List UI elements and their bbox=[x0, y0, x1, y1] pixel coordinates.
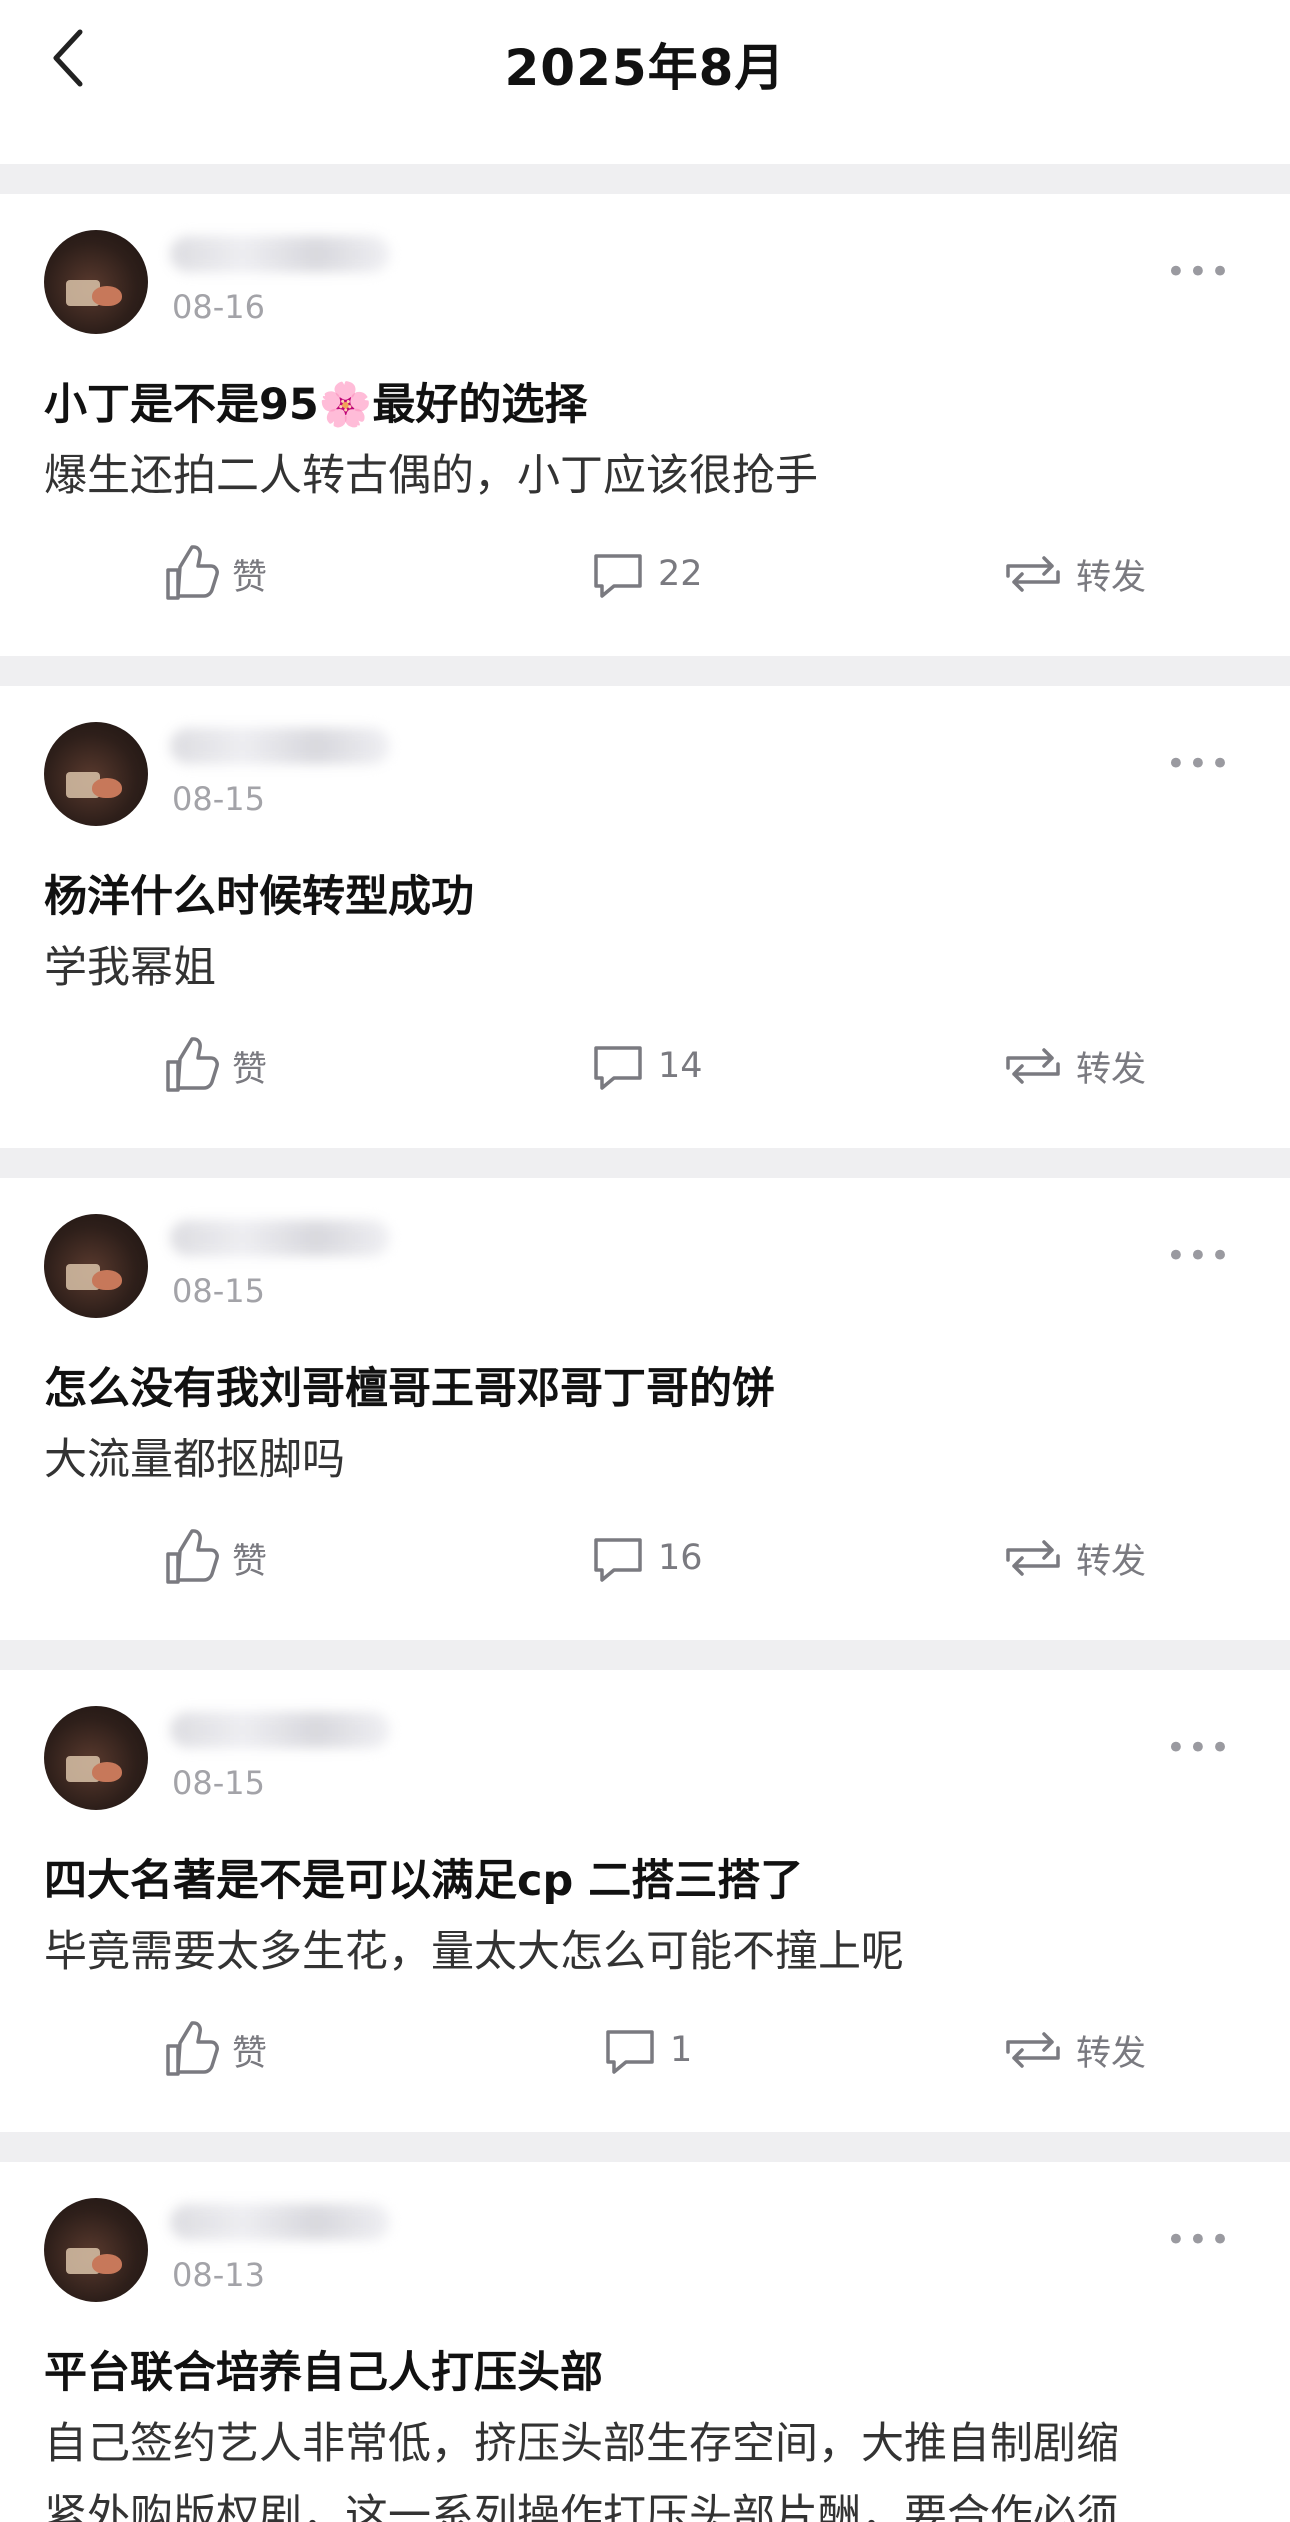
post-card[interactable]: 08-15 ••• 杨洋什么时候转型成功 学我幂姐 赞 14 转发 bbox=[0, 686, 1290, 1148]
repost-icon bbox=[1006, 2032, 1060, 2068]
post-actions: 赞 22 转发 bbox=[0, 534, 1290, 614]
more-options-icon[interactable]: ••• bbox=[1166, 252, 1232, 292]
like-button[interactable]: 赞 bbox=[162, 2010, 267, 2090]
comment-icon bbox=[594, 1538, 642, 1582]
comment-count: 16 bbox=[658, 1538, 703, 1578]
post-body: 毕竟需要太多生花，量太大怎么可能不撞上呢 bbox=[44, 1927, 904, 1977]
post-body: 自己签约艺人非常低，挤压头部生存空间，大推自制剧缩 紧外购版权剧，这一系列操作打… bbox=[44, 2419, 1119, 2522]
repost-label: 转发 bbox=[1076, 557, 1147, 598]
post-title: 怎么没有我刘哥檀哥王哥邓哥丁哥的饼 bbox=[44, 1364, 775, 1414]
post-date: 08-15 bbox=[172, 1764, 265, 1802]
like-label: 赞 bbox=[232, 557, 268, 598]
username-blurred[interactable] bbox=[170, 236, 390, 272]
username-blurred[interactable] bbox=[170, 1712, 390, 1748]
repost-button[interactable]: 转发 bbox=[1000, 534, 1146, 614]
like-button[interactable]: 赞 bbox=[162, 534, 267, 614]
like-label: 赞 bbox=[232, 1541, 268, 1582]
like-button[interactable]: 赞 bbox=[162, 1518, 267, 1598]
repost-icon bbox=[1006, 1048, 1060, 1084]
post-card[interactable]: 08-15 ••• 怎么没有我刘哥檀哥王哥邓哥丁哥的饼 大流量都抠脚吗 赞 16… bbox=[0, 1178, 1290, 1640]
repost-label: 转发 bbox=[1076, 1049, 1147, 1090]
comment-button[interactable]: 16 bbox=[588, 1518, 703, 1598]
more-options-icon[interactable]: ••• bbox=[1166, 1728, 1232, 1768]
post-body: 爆生还拍二人转古偶的，小丁应该很抢手 bbox=[44, 451, 818, 501]
thumbs-up-icon bbox=[166, 1037, 219, 1092]
avatar[interactable] bbox=[44, 1706, 148, 1810]
comment-button[interactable]: 14 bbox=[588, 1026, 703, 1106]
username-blurred[interactable] bbox=[170, 1220, 390, 1256]
thumbs-up-icon bbox=[166, 545, 219, 600]
repost-label: 转发 bbox=[1076, 1541, 1147, 1582]
repost-icon bbox=[1006, 556, 1060, 592]
post-title: 杨洋什么时候转型成功 bbox=[44, 872, 474, 922]
post-date: 08-15 bbox=[172, 1272, 265, 1310]
more-options-icon[interactable]: ••• bbox=[1166, 1236, 1232, 1276]
post-card[interactable]: 08-16 ••• 小丁是不是95🌸最好的选择 爆生还拍二人转古偶的，小丁应该很… bbox=[0, 194, 1290, 656]
username-blurred[interactable] bbox=[170, 2204, 390, 2240]
post-actions: 赞 1 转发 bbox=[0, 2010, 1290, 2090]
post-title: 四大名著是不是可以满足cp 二搭三搭了 bbox=[44, 1856, 804, 1906]
comment-count: 1 bbox=[670, 2030, 693, 2070]
comment-icon bbox=[606, 2030, 654, 2074]
more-options-icon[interactable]: ••• bbox=[1166, 2220, 1232, 2260]
username-blurred[interactable] bbox=[170, 728, 390, 764]
post-date: 08-13 bbox=[172, 2256, 265, 2294]
thumbs-up-icon bbox=[166, 2021, 219, 2076]
like-label: 赞 bbox=[232, 2033, 268, 2074]
avatar[interactable] bbox=[44, 2198, 148, 2302]
like-label: 赞 bbox=[232, 1049, 268, 1090]
post-title: 平台联合培养自己人打压头部 bbox=[44, 2348, 603, 2398]
post-actions: 赞 16 转发 bbox=[0, 1518, 1290, 1598]
more-options-icon[interactable]: ••• bbox=[1166, 744, 1232, 784]
comment-button[interactable]: 22 bbox=[588, 534, 703, 614]
post-card[interactable]: 08-15 ••• 四大名著是不是可以满足cp 二搭三搭了 毕竟需要太多生花，量… bbox=[0, 1670, 1290, 2132]
repost-button[interactable]: 转发 bbox=[1000, 2010, 1146, 2090]
post-body: 学我幂姐 bbox=[44, 943, 216, 993]
thumbs-up-icon bbox=[166, 1529, 219, 1584]
comment-icon bbox=[594, 1046, 642, 1090]
post-actions: 赞 14 转发 bbox=[0, 1026, 1290, 1106]
avatar[interactable] bbox=[44, 722, 148, 826]
comment-button[interactable]: 1 bbox=[600, 2010, 692, 2090]
post-date: 08-16 bbox=[172, 288, 265, 326]
avatar[interactable] bbox=[44, 1214, 148, 1318]
post-date: 08-15 bbox=[172, 780, 265, 818]
repost-label: 转发 bbox=[1076, 2033, 1147, 2074]
repost-button[interactable]: 转发 bbox=[1000, 1026, 1146, 1106]
post-title: 小丁是不是95🌸最好的选择 bbox=[44, 380, 588, 430]
post-card[interactable]: 08-13 ••• 平台联合培养自己人打压头部 自己签约艺人非常低，挤压头部生存… bbox=[0, 2162, 1290, 2522]
comment-icon bbox=[594, 554, 642, 598]
repost-button[interactable]: 转发 bbox=[1000, 1518, 1146, 1598]
repost-icon bbox=[1006, 1540, 1060, 1576]
comment-count: 22 bbox=[658, 554, 703, 594]
comment-count: 14 bbox=[658, 1046, 703, 1086]
avatar[interactable] bbox=[44, 230, 148, 334]
top-nav-bar: 2025年8月 bbox=[0, 0, 1290, 164]
like-button[interactable]: 赞 bbox=[162, 1026, 267, 1106]
page-title: 2025年8月 bbox=[504, 39, 786, 97]
post-body: 大流量都抠脚吗 bbox=[44, 1435, 345, 1485]
